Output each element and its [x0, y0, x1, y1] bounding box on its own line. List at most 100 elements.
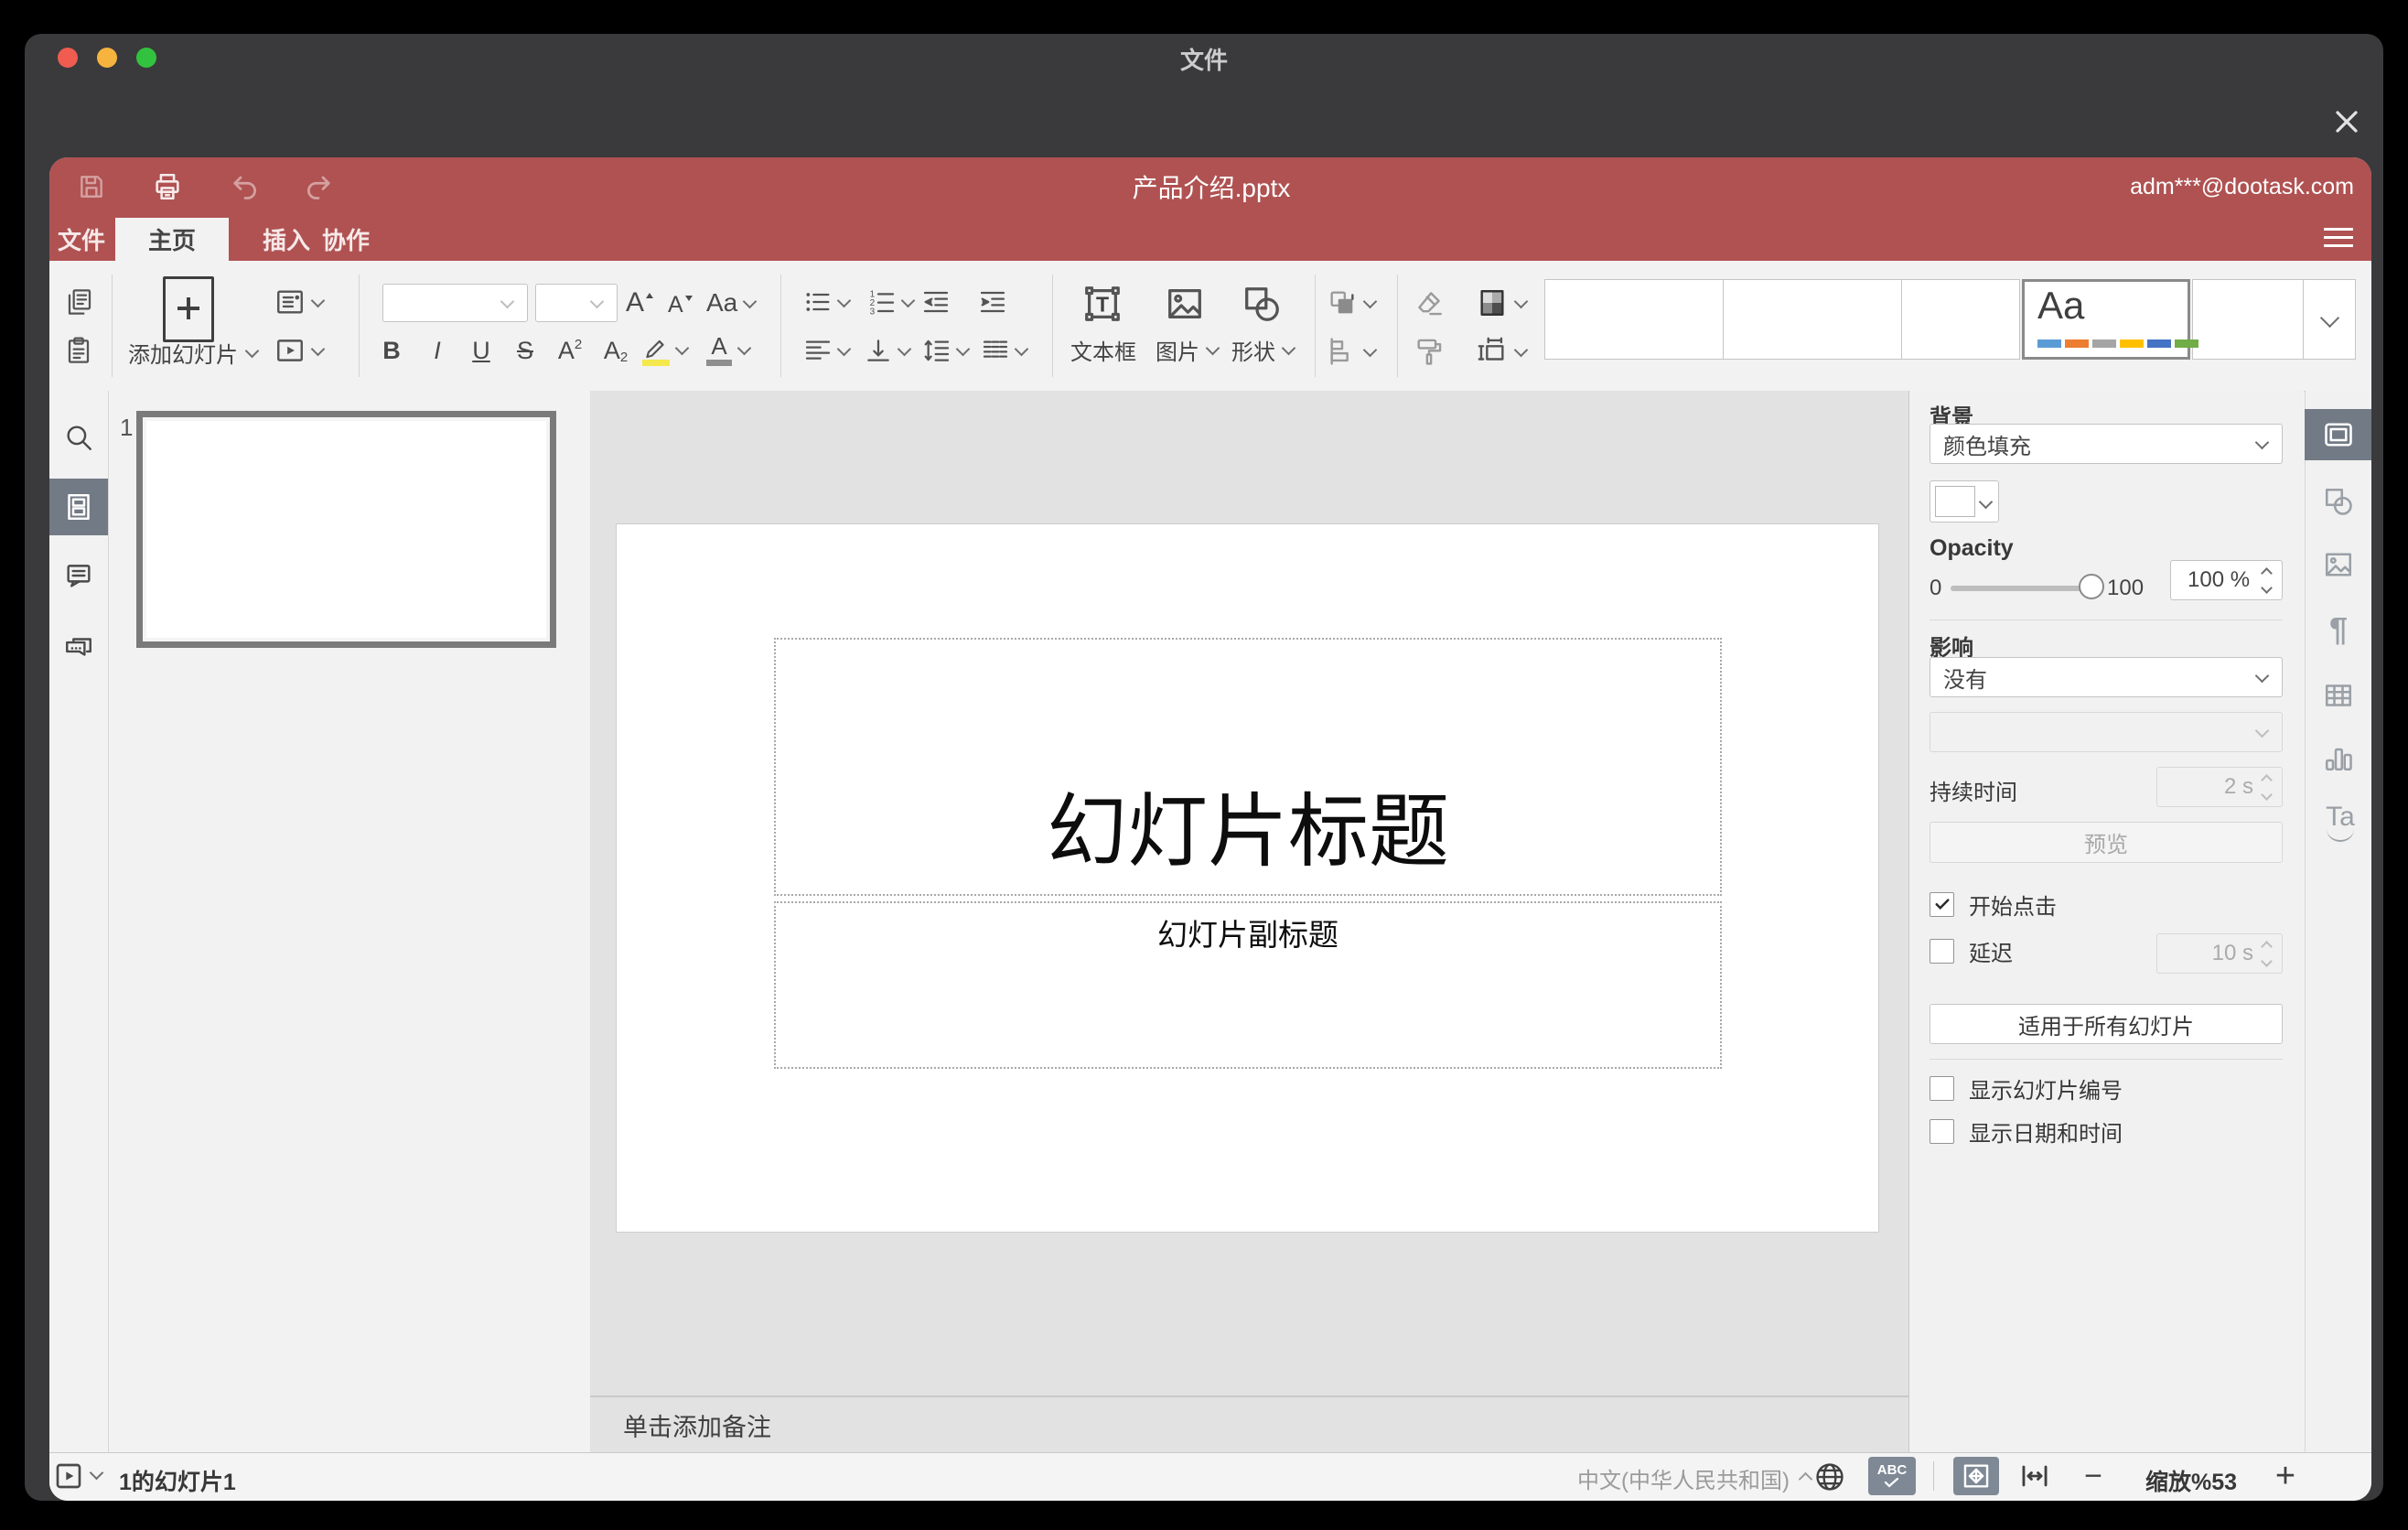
highlight-color-button[interactable]: [642, 331, 690, 368]
textart-settings-tab[interactable]: Ta: [2322, 802, 2359, 842]
slide-settings-tab[interactable]: [2305, 409, 2371, 460]
print-button[interactable]: [151, 170, 184, 203]
start-slideshow-status-button[interactable]: [53, 1460, 84, 1492]
theme-thumbnail[interactable]: [1544, 279, 1724, 360]
zoom-in-button[interactable]: +: [2267, 1457, 2304, 1495]
opacity-input[interactable]: 100 %: [2170, 560, 2283, 600]
copy-style-icon[interactable]: [1413, 336, 1446, 367]
align-shape-button[interactable]: [1327, 336, 1378, 367]
theme-gallery: Aa: [1544, 279, 2363, 360]
show-date-time-row[interactable]: 显示日期和时间: [1930, 1117, 2123, 1147]
show-slide-number-checkbox[interactable]: [1930, 1075, 1954, 1101]
line-spacing-button[interactable]: [922, 336, 971, 365]
clear-style-icon[interactable]: [1413, 287, 1446, 318]
fit-slide-button[interactable]: [1953, 1457, 1999, 1495]
image-label[interactable]: 图片: [1145, 335, 1228, 365]
shape-label[interactable]: 形状: [1221, 335, 1304, 365]
slide-thumbnail[interactable]: [136, 411, 556, 648]
font-color-button[interactable]: A: [706, 331, 752, 368]
horizontal-align-button[interactable]: [803, 336, 852, 365]
theme-color-swatch: [2092, 339, 2116, 348]
theme-color-swatch: [2120, 339, 2144, 348]
tab-insert[interactable]: 插入: [256, 218, 317, 261]
image-settings-tab[interactable]: [2322, 548, 2355, 581]
increase-font-button[interactable]: A: [626, 287, 654, 318]
opacity-label: Opacity: [1930, 535, 2014, 561]
redo-icon[interactable]: [302, 172, 335, 201]
notes-area[interactable]: 单击添加备注: [590, 1395, 1908, 1452]
search-icon[interactable]: [62, 421, 95, 454]
spellcheck-button[interactable]: ABC: [1868, 1457, 1916, 1495]
apply-to-all-button[interactable]: 适用于所有幻灯片: [1930, 1004, 2283, 1044]
paragraph-settings-tab[interactable]: ¶: [2322, 610, 2355, 648]
bullets-button[interactable]: [803, 287, 852, 317]
image-icon[interactable]: [1151, 280, 1219, 328]
font-name-select[interactable]: [382, 284, 528, 322]
shape-settings-tab[interactable]: [2322, 485, 2355, 518]
show-slide-number-row[interactable]: 显示幻灯片编号: [1930, 1074, 2123, 1104]
slide-title-placeholder[interactable]: 幻灯片标题: [774, 638, 1722, 896]
table-settings-tab[interactable]: [2322, 679, 2355, 712]
slide-subtitle-placeholder[interactable]: 幻灯片副标题: [774, 901, 1722, 1069]
background-color-swatch[interactable]: [1930, 480, 1999, 523]
delay-checkbox[interactable]: [1930, 938, 1954, 964]
italic-button[interactable]: I: [425, 335, 450, 366]
add-slide-button[interactable]: [163, 276, 214, 342]
columns-button[interactable]: [981, 336, 1029, 365]
shape-icon[interactable]: [1228, 280, 1295, 328]
tab-collaboration[interactable]: 协作: [316, 218, 376, 261]
decrease-font-button[interactable]: A: [668, 289, 693, 320]
font-size-select[interactable]: [535, 284, 618, 322]
start-on-click-row[interactable]: 开始点击: [1930, 890, 2057, 920]
superscript-button[interactable]: A 2: [554, 335, 586, 366]
change-case-button[interactable]: Aa: [706, 287, 758, 318]
zoom-out-button[interactable]: −: [2075, 1459, 2112, 1493]
theme-thumbnail[interactable]: [1901, 279, 2020, 360]
decrease-indent-button[interactable]: [920, 287, 951, 317]
paste-icon[interactable]: [62, 334, 95, 367]
hamburger-menu-icon[interactable]: [2324, 225, 2353, 247]
text-box-label[interactable]: 文本框: [1054, 335, 1153, 365]
comments-icon[interactable]: [62, 559, 95, 592]
strikeout-button[interactable]: S: [512, 335, 538, 366]
theme-thumbnail[interactable]: [2192, 279, 2304, 360]
theme-thumbnail[interactable]: [1723, 279, 1902, 360]
opacity-slider-handle[interactable]: [2079, 574, 2104, 599]
undo-icon[interactable]: [229, 172, 262, 201]
subscript-button[interactable]: A 2: [600, 335, 631, 366]
start-slideshow-button[interactable]: [274, 334, 335, 367]
globe-icon[interactable]: [1811, 1459, 1848, 1495]
slides-panel-tab[interactable]: [49, 479, 108, 535]
numbering-button[interactable]: 123: [867, 287, 916, 317]
background-fill-select[interactable]: 颜色填充: [1930, 424, 2283, 464]
color-scheme-button[interactable]: [1477, 287, 1529, 318]
language-selector[interactable]: 中文(中华人民共和国): [1577, 1464, 1813, 1493]
theme-thumbnail-selected[interactable]: Aa: [2022, 279, 2198, 360]
delay-row[interactable]: 延迟: [1930, 937, 2013, 966]
bold-button[interactable]: B: [379, 335, 404, 366]
add-slide-label[interactable]: 添加幻灯片: [128, 339, 260, 368]
window-title: 文件: [1179, 46, 1228, 74]
increase-indent-button[interactable]: [977, 287, 1008, 317]
tab-home[interactable]: 主页: [115, 218, 229, 261]
duration-label: 持续时间: [1930, 781, 2017, 805]
copy-icon[interactable]: [62, 286, 95, 318]
theme-gallery-expand-button[interactable]: [2303, 279, 2356, 360]
chat-icon[interactable]: [62, 630, 95, 663]
zoom-level-label: 缩放%53: [2145, 1470, 2238, 1495]
fit-width-button[interactable]: [2015, 1460, 2055, 1492]
effect-select[interactable]: 没有: [1930, 657, 2283, 697]
underline-button[interactable]: U: [468, 335, 494, 366]
show-date-time-checkbox[interactable]: [1930, 1118, 1954, 1144]
slide-layout-button[interactable]: [274, 286, 335, 318]
close-icon[interactable]: [2321, 100, 2372, 144]
save-button[interactable]: [75, 170, 108, 203]
arrange-shape-button[interactable]: [1327, 287, 1378, 318]
opacity-slider[interactable]: [1951, 586, 2088, 591]
chart-settings-tab[interactable]: [2322, 741, 2355, 774]
slide-size-button[interactable]: [1477, 336, 1529, 367]
start-on-click-checkbox[interactable]: [1930, 891, 1954, 917]
text-box-icon[interactable]: T: [1069, 280, 1136, 328]
tab-file[interactable]: 文件: [51, 218, 112, 261]
vertical-align-button[interactable]: [864, 336, 912, 365]
